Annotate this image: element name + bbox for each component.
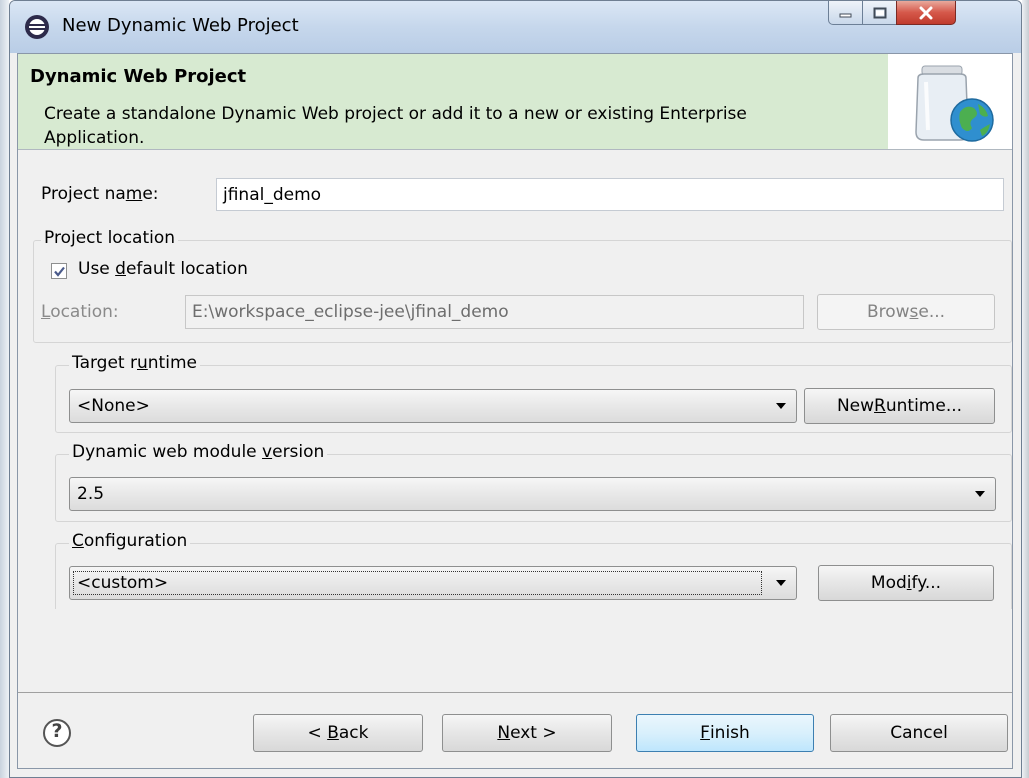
minimize-icon — [839, 13, 851, 17]
minimize-button[interactable] — [828, 1, 863, 25]
maximize-button[interactable] — [862, 1, 897, 25]
configuration-title: Configuration — [69, 531, 191, 551]
module-version-select[interactable]: 2.5 — [69, 477, 996, 511]
wizard-page-description: Create a standalone Dynamic Web project … — [44, 104, 747, 148]
jar-globe-icon — [915, 65, 994, 142]
project-location-title: Project location — [41, 228, 179, 248]
dropdown-arrow-icon — [965, 490, 995, 498]
next-button[interactable]: Next > — [442, 714, 612, 752]
eclipse-app-icon — [25, 15, 49, 39]
footer-separator — [18, 692, 1012, 693]
checkmark-icon — [53, 266, 65, 277]
finish-button[interactable]: Finish — [636, 714, 814, 752]
module-version-title: Dynamic web module version — [69, 442, 328, 462]
browse-button[interactable]: Brow s e... — [817, 294, 995, 330]
focus-ring — [73, 571, 762, 595]
project-name-input[interactable]: jfinal_demo — [216, 178, 1004, 211]
dialog-content: Dynamic Web Project Create a standalone … — [17, 53, 1013, 769]
use-default-location-label[interactable]: Use default location — [78, 259, 248, 279]
dialog-window: New Dynamic Web Project Dynamic Web Proj… — [9, 0, 1022, 778]
title-bar[interactable]: New Dynamic Web Project — [10, 1, 1021, 53]
back-button[interactable]: < Back — [253, 714, 423, 752]
target-runtime-title: Target runtime — [69, 353, 200, 373]
window-title: New Dynamic Web Project — [62, 15, 299, 36]
dropdown-arrow-icon — [766, 579, 796, 587]
modify-button[interactable]: Mod i fy... — [818, 565, 994, 601]
maximize-icon — [873, 7, 886, 18]
project-name-label: Project name: — [41, 184, 159, 204]
new-runtime-button[interactable]: New Runtime... — [804, 388, 995, 424]
wizard-page-title: Dynamic Web Project — [30, 66, 247, 87]
help-button[interactable]: ? — [42, 718, 72, 748]
background-edge-left — [0, 0, 9, 778]
wizard-banner: Dynamic Web Project Create a standalone … — [18, 54, 1012, 150]
location-input[interactable]: E:\workspace_eclipse-jee\jfinal_demo — [185, 295, 804, 329]
close-button[interactable] — [896, 1, 956, 25]
use-default-location-checkbox[interactable] — [51, 263, 67, 279]
target-runtime-select[interactable]: <None> — [69, 389, 797, 423]
banner-image-area — [888, 54, 1012, 149]
configuration-select[interactable]: <custom> — [69, 566, 797, 600]
close-icon — [919, 6, 933, 19]
dropdown-arrow-icon — [766, 402, 796, 410]
location-label: Location: — [41, 302, 119, 322]
cancel-button[interactable]: Cancel — [830, 714, 1008, 752]
background-edge-right — [1022, 0, 1029, 778]
